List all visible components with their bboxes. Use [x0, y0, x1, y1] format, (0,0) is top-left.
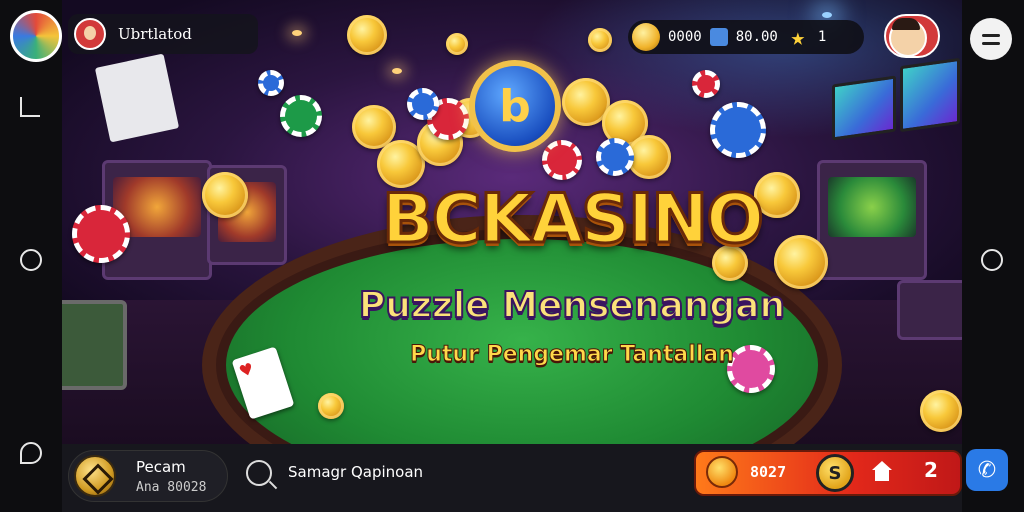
poker-chip	[692, 70, 720, 98]
game-banner: b BCKASINO Puzzle Mensenangan Putur Peng…	[62, 0, 962, 444]
ceiling-lamp	[822, 12, 832, 18]
game-title: BCKASINO	[380, 179, 765, 261]
profile-pill[interactable]: Ubrtlatod	[68, 14, 258, 54]
home-circle-icon[interactable]	[20, 249, 42, 271]
token-button[interactable]: S	[816, 454, 854, 492]
gold-coin	[318, 393, 344, 419]
back-triangle-icon[interactable]	[20, 97, 40, 117]
coin-balance: 0000	[668, 29, 702, 45]
player-avatar-button[interactable]	[884, 14, 940, 58]
poker-chip	[280, 95, 322, 137]
side-table	[62, 300, 127, 390]
balance-coin-icon	[706, 456, 738, 488]
hook-icon[interactable]: 2	[924, 458, 938, 482]
poker-chip	[710, 102, 766, 158]
gem-balance: 80.00	[735, 29, 778, 45]
wall-card-poster	[94, 53, 180, 143]
ceiling-lamp	[292, 30, 302, 36]
poker-chip	[596, 138, 634, 176]
poker-chip	[542, 140, 582, 180]
gold-coin	[446, 33, 468, 55]
game-subtitle: Puzzle Mensenangan	[358, 284, 786, 327]
ceiling-lamp	[392, 68, 402, 74]
username-label: Ubrtlatod	[118, 25, 192, 43]
player-name: Pecam	[136, 458, 186, 476]
rotate-icon[interactable]	[20, 442, 42, 464]
gold-coin	[347, 15, 387, 55]
star-count: 1	[817, 29, 827, 45]
poker-chip	[72, 205, 130, 263]
gold-coin	[920, 390, 962, 432]
brand-logo-coin: b	[469, 60, 561, 152]
player-id: Ana 80028	[136, 480, 207, 495]
support-phone-button[interactable]: ✆	[966, 449, 1008, 491]
arcade-machine	[817, 160, 927, 280]
currency-bar[interactable]: 0000 80.00 ★ 1	[628, 20, 864, 54]
home-circle-icon-right[interactable]	[981, 249, 1003, 271]
rank-badge-icon	[74, 455, 116, 497]
phone-icon: ✆	[977, 457, 997, 483]
gold-coin	[774, 235, 828, 289]
wall-monitor	[832, 75, 896, 141]
group-avatar[interactable]	[10, 10, 62, 62]
gold-coin	[202, 172, 248, 218]
search-icon[interactable]	[246, 460, 272, 486]
balance-amount: 8027	[750, 463, 787, 481]
star-icon: ★	[790, 23, 806, 51]
poker-chip	[407, 88, 439, 120]
game-tagline: Putur Pengemar Tantallan	[410, 342, 735, 368]
arcade-machine	[897, 280, 962, 340]
gold-coin	[588, 28, 612, 52]
menu-button[interactable]	[970, 18, 1012, 60]
poker-chip	[258, 70, 284, 96]
profile-avatar-icon	[74, 18, 106, 50]
gem-icon	[709, 28, 728, 46]
wall-monitor	[900, 57, 960, 133]
search-label[interactable]: Samagr Qapinoan	[288, 463, 423, 481]
coin-icon	[632, 23, 660, 51]
